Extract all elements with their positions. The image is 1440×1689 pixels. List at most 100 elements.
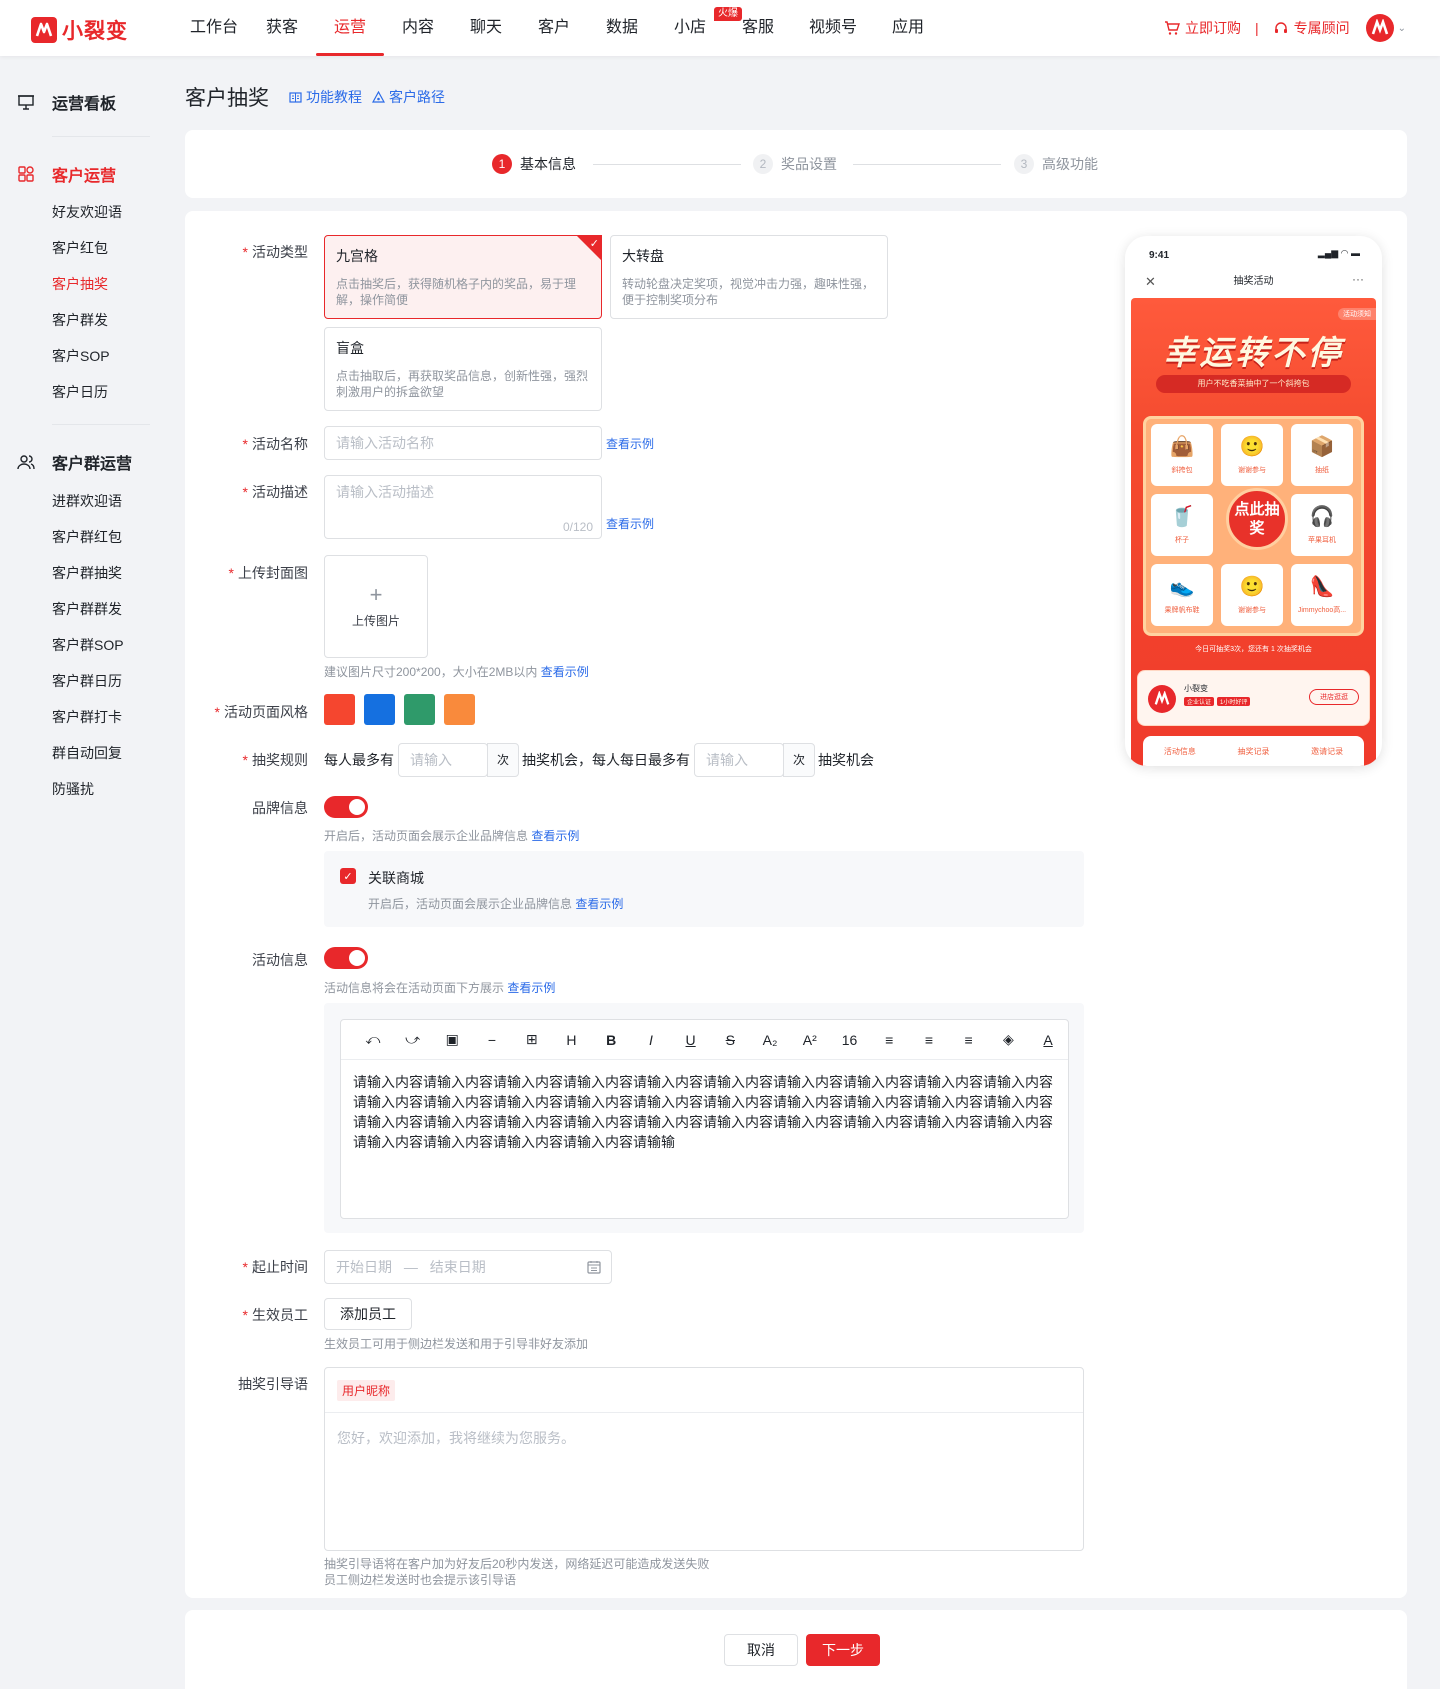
- info-toggle[interactable]: [324, 947, 368, 969]
- align-center-icon[interactable]: ≡: [909, 1032, 949, 1048]
- rule-unit-1: 次: [487, 743, 519, 777]
- sidebar-item-anti-spam[interactable]: 防骚扰: [52, 779, 94, 799]
- guide-textarea[interactable]: 用户昵称 您好，欢迎添加，我将继续为您服务。: [324, 1367, 1084, 1551]
- label-activity-type: * 活动类型: [242, 244, 308, 260]
- prize-cell: 🙂 谢谢参与: [1221, 564, 1283, 626]
- brand-logo[interactable]: 小裂变: [31, 15, 128, 45]
- sidebar-group-group-ops[interactable]: 客户群运营: [17, 450, 132, 474]
- type-option-wheel[interactable]: 大转盘 转动轮盘决定奖项，视觉冲击力强，趣味性强，便于控制奖项分布: [610, 235, 888, 319]
- advisor-button[interactable]: 专属顾问: [1273, 18, 1350, 38]
- date-range-picker[interactable]: 开始日期 — 结束日期: [324, 1250, 612, 1284]
- sidebar-group-customer-ops[interactable]: 客户运营: [17, 162, 116, 186]
- activity-name-input[interactable]: 请输入活动名称: [324, 426, 602, 460]
- sidebar-item-group-checkin[interactable]: 客户群打卡: [52, 707, 122, 727]
- sidebar-item-group-redpacket[interactable]: 客户群红包: [52, 527, 122, 547]
- sidebar-item-group-calendar[interactable]: 客户群日历: [52, 671, 122, 691]
- align-left-icon[interactable]: ≡: [869, 1032, 909, 1048]
- strikethrough-icon[interactable]: S: [710, 1032, 750, 1048]
- sidebar-item-welcome[interactable]: 好友欢迎语: [52, 202, 122, 222]
- nav-item-apps[interactable]: 应用: [874, 0, 942, 56]
- nav-item-operation[interactable]: 运营: [316, 0, 384, 56]
- divider-icon[interactable]: −: [472, 1032, 512, 1048]
- nav-item-channels[interactable]: 视频号: [792, 0, 874, 56]
- mall-checkbox[interactable]: ✓: [340, 868, 356, 884]
- label-cover: * 上传封面图: [228, 565, 308, 581]
- label-time: * 起止时间: [242, 1259, 308, 1275]
- main-nav: 工作台 获客 运营 内容 聊天 客户 数据 小店 火爆 客服 视频号 应用: [180, 0, 942, 56]
- rule-total-input[interactable]: 请输入: [398, 743, 488, 777]
- font-color-icon[interactable]: A: [1028, 1032, 1068, 1048]
- name-example-link[interactable]: 查看示例: [606, 435, 654, 452]
- cover-hint: 建议图片尺寸200*200，大小在2MB以内 查看示例: [324, 665, 589, 679]
- image-icon[interactable]: ▣: [432, 1031, 472, 1048]
- sidebar-item-group-welcome[interactable]: 进群欢迎语: [52, 491, 122, 511]
- sidebar-item-group-broadcast[interactable]: 客户群群发: [52, 599, 122, 619]
- sidebar-item-group-sop[interactable]: 客户群SOP: [52, 635, 124, 655]
- phone-preview: 9:41 ▂▄▆ ◠ ▬ ✕ 抽奖活动 ··· 活动须知 幸运转不停 用户不吃香…: [1125, 236, 1382, 766]
- info-example-link[interactable]: 查看示例: [507, 981, 555, 995]
- sidebar-divider: [52, 424, 150, 425]
- desc-example-link[interactable]: 查看示例: [606, 515, 654, 532]
- next-button[interactable]: 下一步: [806, 1634, 880, 1666]
- italic-icon[interactable]: I: [631, 1032, 671, 1048]
- user-avatar[interactable]: [1365, 14, 1394, 42]
- phone-time: 9:41: [1149, 250, 1170, 261]
- nav-item-chat[interactable]: 聊天: [452, 0, 520, 56]
- nav-item-service[interactable]: 客服: [724, 0, 792, 56]
- table-icon[interactable]: ⊞: [512, 1031, 552, 1048]
- fill-color-icon[interactable]: ◈: [989, 1031, 1029, 1048]
- steps-card: 1 基本信息 2 奖品设置 3 高级功能: [185, 130, 1407, 198]
- sidebar-dashboard[interactable]: 运营看板: [17, 90, 116, 114]
- tissue-icon: 📦: [1309, 436, 1335, 458]
- style-swatch-blue[interactable]: [364, 694, 395, 725]
- nav-item-shop[interactable]: 小店 火爆: [656, 0, 742, 56]
- smile-icon: 🙂: [1239, 436, 1265, 458]
- cover-upload-box[interactable]: + 上传图片: [324, 555, 428, 658]
- sidebar-item-lottery[interactable]: 客户抽奖: [52, 274, 108, 294]
- sidebar-item-calendar[interactable]: 客户日历: [52, 382, 108, 402]
- underline-icon[interactable]: U: [671, 1032, 711, 1048]
- editor-content[interactable]: 请输入内容请输入内容请输入内容请输入内容请输入内容请输入内容请输入内容请输入内容…: [341, 1060, 1068, 1164]
- order-button[interactable]: 立即订购: [1164, 18, 1241, 38]
- style-swatch-red[interactable]: [324, 694, 355, 725]
- customer-path-link[interactable]: 客户路径: [372, 87, 445, 107]
- superscript-icon[interactable]: A²: [790, 1032, 830, 1048]
- undo-icon[interactable]: ⤺: [353, 1031, 393, 1048]
- nav-item-workbench[interactable]: 工作台: [180, 0, 248, 56]
- cup-icon: 🥤: [1169, 506, 1195, 528]
- chevron-down-icon[interactable]: ⌄: [1398, 23, 1406, 34]
- font-size-selector[interactable]: 16: [830, 1032, 870, 1048]
- sidebar-item-redpacket[interactable]: 客户红包: [52, 238, 108, 258]
- nav-item-customer[interactable]: 客户: [520, 0, 588, 56]
- activity-desc-textarea[interactable]: 请输入活动描述 0/120: [324, 475, 602, 539]
- mall-example-link[interactable]: 查看示例: [575, 897, 623, 911]
- brand-toggle[interactable]: [324, 796, 368, 818]
- subscript-icon[interactable]: A₂: [750, 1032, 790, 1048]
- redo-icon[interactable]: ⤻: [393, 1031, 433, 1048]
- smile-icon: 🙂: [1239, 576, 1265, 598]
- nav-item-content[interactable]: 内容: [384, 0, 452, 56]
- nav-item-acquire[interactable]: 获客: [248, 0, 316, 56]
- sidebar-item-group-lottery[interactable]: 客户群抽奖: [52, 563, 122, 583]
- align-right-icon[interactable]: ≡: [949, 1032, 989, 1048]
- heading-icon[interactable]: H: [552, 1032, 592, 1048]
- shoe-icon: 👟: [1169, 576, 1195, 598]
- type-option-grid[interactable]: 九宫格 点击抽奖后，获得随机格子内的奖品，易于理解，操作简便 ✓: [324, 235, 602, 319]
- nickname-tag[interactable]: 用户昵称: [337, 1380, 396, 1401]
- cancel-button[interactable]: 取消: [724, 1634, 798, 1666]
- rule-daily-input[interactable]: 请输入: [694, 743, 784, 777]
- type-option-blindbox[interactable]: 盲盒 点击抽取后，再获取奖品信息，创新性强，强烈刺激用户的拆盒欲望: [324, 327, 602, 411]
- nav-item-data[interactable]: 数据: [588, 0, 656, 56]
- brand-example-link[interactable]: 查看示例: [531, 829, 579, 843]
- cover-example-link[interactable]: 查看示例: [541, 665, 589, 679]
- tutorial-link[interactable]: 功能教程: [289, 87, 362, 107]
- style-swatch-orange[interactable]: [444, 694, 475, 725]
- sidebar-item-broadcast[interactable]: 客户群发: [52, 310, 108, 330]
- style-swatch-green[interactable]: [404, 694, 435, 725]
- draw-button: 点此抽奖: [1226, 488, 1288, 550]
- prize-cell: 👠 Jimmychoo高...: [1291, 564, 1353, 626]
- add-staff-button[interactable]: 添加员工: [324, 1298, 412, 1330]
- bold-icon[interactable]: B: [591, 1032, 631, 1048]
- sidebar-item-sop[interactable]: 客户SOP: [52, 346, 110, 366]
- sidebar-item-group-autoreply[interactable]: 群自动回复: [52, 743, 122, 763]
